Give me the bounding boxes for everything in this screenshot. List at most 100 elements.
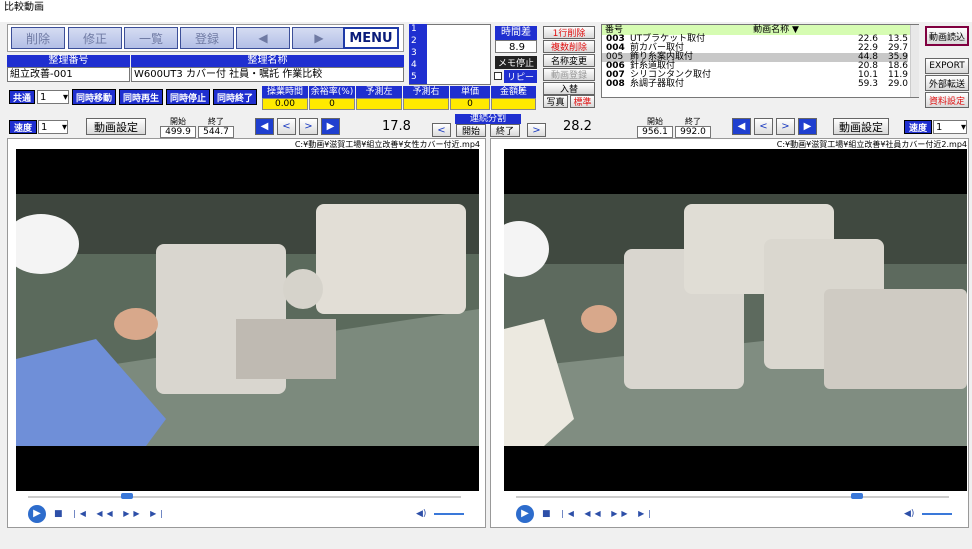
- right-time-value: 28.2: [563, 119, 592, 134]
- right-skip-forward-icon[interactable]: ▶: [798, 118, 817, 135]
- right-speed-label: 速度: [904, 120, 932, 134]
- metric-value-price[interactable]: 0: [450, 98, 490, 110]
- metric-header-amount-diff: 金額差: [491, 86, 536, 98]
- left-video[interactable]: [16, 149, 479, 491]
- right-seek-thumb[interactable]: [851, 493, 863, 499]
- left-volume-slider[interactable]: [434, 513, 464, 515]
- left-seek-thumb[interactable]: [121, 493, 133, 499]
- delete-button[interactable]: 削除: [11, 27, 65, 49]
- right-video-frame: [504, 194, 967, 446]
- right-speed-value: 1: [936, 122, 943, 133]
- right-end-label: 終了: [685, 117, 701, 126]
- left-stop-icon[interactable]: ■: [54, 509, 63, 519]
- right-volume-icon[interactable]: ◀): [904, 509, 914, 519]
- left-video-frame: [16, 194, 479, 446]
- chevron-down-icon: ▾: [62, 92, 68, 103]
- left-volume-icon[interactable]: ◀): [416, 509, 426, 519]
- worker-hand: [114, 308, 158, 340]
- memo-stop-button[interactable]: メモ停止: [495, 56, 537, 69]
- right-stop-icon[interactable]: ■: [542, 509, 551, 519]
- metric-value-margin[interactable]: 0: [309, 98, 355, 110]
- export-button[interactable]: EXPORT: [925, 58, 969, 74]
- left-start-label: 開始: [170, 117, 186, 126]
- right-skip-back-icon[interactable]: ◀: [732, 118, 751, 135]
- split-start-button[interactable]: 開始: [456, 124, 486, 137]
- swap-button[interactable]: 入替: [543, 82, 595, 95]
- common-select-value: 1: [40, 92, 47, 103]
- sewing-machine-side: [236, 319, 336, 379]
- metric-value-pred-left[interactable]: [356, 98, 402, 110]
- list-scrollbar[interactable]: [910, 25, 919, 97]
- left-end-label: 終了: [208, 117, 224, 126]
- document-settings-button[interactable]: 資料設定: [925, 92, 969, 108]
- left-skip-back-icon[interactable]: ◀: [255, 118, 274, 135]
- right-step-back-icon[interactable]: <: [754, 118, 773, 135]
- right-video-settings-button[interactable]: 動画設定: [833, 118, 889, 135]
- sync-stop-button[interactable]: 同時停止: [166, 89, 210, 105]
- right-volume-slider[interactable]: [922, 513, 952, 515]
- right-step-forward-icon[interactable]: >: [776, 118, 795, 135]
- memo-line-2: 2: [409, 36, 427, 48]
- time-diff-value: 8.9: [495, 40, 537, 53]
- record-name-header: 整理名称: [131, 55, 404, 67]
- common-label: 共通: [9, 90, 35, 104]
- list-button[interactable]: 一覧: [124, 27, 178, 49]
- video-register-button[interactable]: 動画登録: [543, 68, 595, 81]
- repeat-checkbox[interactable]: [494, 72, 502, 80]
- sync-end-button[interactable]: 同時終了: [213, 89, 257, 105]
- edit-button[interactable]: 修正: [68, 27, 122, 49]
- right-media-nav-icons[interactable]: |◀ ◀◀ ▶▶ ▶|: [561, 509, 655, 518]
- left-step-forward-icon[interactable]: >: [299, 118, 318, 135]
- sewing-machine-front: [824, 289, 967, 389]
- metric-header-price: 単価: [450, 86, 490, 98]
- metric-value-optime[interactable]: 0.00: [262, 98, 308, 110]
- time-diff-label: 時間差: [495, 26, 537, 40]
- common-select[interactable]: 1 ▾: [37, 90, 69, 104]
- record-id-field[interactable]: 組立改善-001: [7, 67, 130, 82]
- right-speed-select[interactable]: 1 ▾: [933, 120, 967, 134]
- left-start-value[interactable]: 499.9: [160, 126, 196, 138]
- rename-button[interactable]: 名称変更: [543, 54, 595, 67]
- record-name-field[interactable]: W600UT3 カバー付 社員・嘱託 作業比較: [131, 67, 404, 82]
- right-start-value[interactable]: 956.1: [637, 126, 673, 138]
- metric-header-margin: 余裕率(%): [309, 86, 355, 98]
- video-list-body: 003 UTブラケット取付 22.6 13.5 004 前カバー取付 22.9 29.7 0…: [602, 35, 908, 89]
- right-video[interactable]: [504, 149, 967, 491]
- left-play-icon[interactable]: ▶: [28, 505, 46, 523]
- multi-delete-button[interactable]: 複数削除: [543, 40, 595, 53]
- metric-header-optime: 操業時間: [262, 86, 308, 98]
- sync-play-button[interactable]: 同時再生: [119, 89, 163, 105]
- sync-move-button[interactable]: 同時移動: [72, 89, 116, 105]
- list-item[interactable]: 008 糸調子器取付 59.3 29.0: [602, 80, 908, 89]
- left-media-nav-icons[interactable]: |◀ ◀◀ ▶▶ ▶|: [73, 509, 167, 518]
- register-button[interactable]: 登録: [180, 27, 234, 49]
- list-item-no: 008: [606, 79, 625, 89]
- left-speed-label: 速度: [9, 120, 37, 134]
- sewing-machine-back: [316, 204, 466, 314]
- right-play-icon[interactable]: ▶: [516, 505, 534, 523]
- standard-button[interactable]: 標準: [570, 95, 595, 108]
- load-video-button[interactable]: 動画読込: [925, 26, 969, 46]
- menu-button[interactable]: MENU: [343, 27, 399, 49]
- external-transfer-button[interactable]: 外部転送: [925, 75, 969, 91]
- photo-button[interactable]: 写真: [543, 95, 568, 108]
- left-step-back-icon[interactable]: <: [277, 118, 296, 135]
- left-seek-bar[interactable]: [28, 496, 461, 498]
- left-end-value[interactable]: 544.7: [198, 126, 234, 138]
- left-skip-forward-icon[interactable]: ▶: [321, 118, 340, 135]
- prev-button[interactable]: ◀: [236, 27, 290, 49]
- center-forward-icon[interactable]: >: [527, 123, 546, 137]
- repeat-button[interactable]: リピート: [504, 70, 537, 96]
- right-seek-bar[interactable]: [516, 496, 949, 498]
- next-button[interactable]: ▶: [292, 27, 346, 49]
- delete-row-button[interactable]: 1行削除: [543, 26, 595, 39]
- split-end-button[interactable]: 終了: [490, 124, 520, 137]
- left-speed-select[interactable]: 1 ▾: [38, 120, 68, 134]
- metric-header-pred-left: 予測左: [356, 86, 402, 98]
- metric-value-pred-right[interactable]: [403, 98, 449, 110]
- center-back-icon[interactable]: <: [432, 123, 451, 137]
- metric-value-amount-diff[interactable]: [491, 98, 536, 110]
- left-video-settings-button[interactable]: 動画設定: [86, 118, 146, 135]
- list-item-name: 糸調子器取付: [630, 79, 685, 89]
- right-end-value[interactable]: 992.0: [675, 126, 711, 138]
